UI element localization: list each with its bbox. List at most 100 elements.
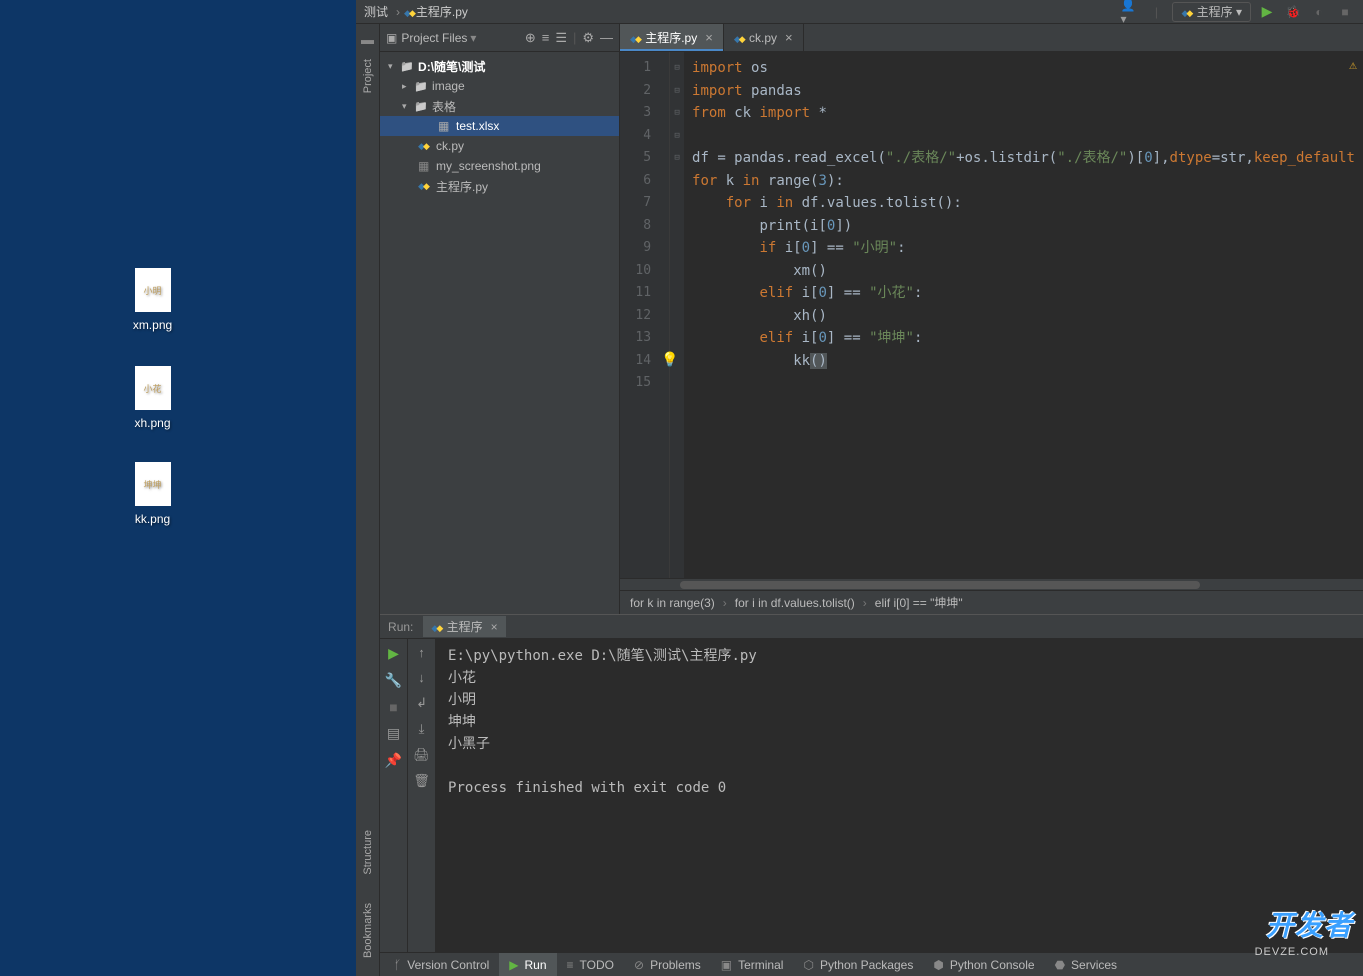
project-toolwindow-tab[interactable]: Project: [362, 51, 374, 101]
python-file-icon: [404, 5, 416, 19]
file-label: xm.png: [133, 318, 172, 332]
collapse-all-icon[interactable]: ☰: [555, 30, 567, 46]
code-content[interactable]: import os import pandas from ck import *…: [684, 52, 1363, 578]
desktop-file-kk[interactable]: 坤坤 kk.png: [115, 462, 190, 526]
tab-main-py[interactable]: 主程序.py ×: [620, 24, 724, 51]
breadcrumb-item[interactable]: for i in df.values.tolist(): [735, 596, 855, 610]
coverage-button[interactable]: ◐: [1309, 4, 1329, 20]
wrench-icon[interactable]: 🔧: [385, 672, 402, 689]
run-header: Run: 主程序 ×: [380, 615, 1363, 639]
terminal-icon: ▣: [721, 958, 732, 972]
run-tab[interactable]: ▶Run: [499, 953, 556, 976]
problems-icon: ⊘: [634, 958, 644, 972]
chevron-down-icon[interactable]: ▾: [470, 31, 476, 45]
stop-icon[interactable]: ■: [389, 699, 397, 715]
project-tool-window: ▣ Project Files ▾ ⊕ ≡ ☰ | ⚙ —: [380, 24, 620, 614]
python-file-icon: [418, 141, 434, 152]
folder-icon: [414, 100, 430, 113]
excel-file-icon: [438, 119, 454, 133]
close-icon[interactable]: ×: [491, 620, 498, 634]
project-tree[interactable]: ▾ D:\随笔\测试 ▸ image ▾ 表格: [380, 52, 619, 614]
file-test-xlsx[interactable]: test.xlsx: [380, 116, 619, 136]
watermark-logo: 开发者: [1266, 904, 1353, 944]
ide-window: 测试 › 主程序.py 👤▾ | 主程序 ▾ ▶ 🐞 ◐ ■ ▬ Project…: [356, 0, 1363, 976]
run-button[interactable]: ▶: [1257, 4, 1277, 20]
file-main-py[interactable]: 主程序.py: [380, 176, 619, 196]
editor-tabs: 主程序.py × ck.py ×: [620, 24, 1363, 52]
divider: |: [1146, 4, 1166, 20]
select-opened-file-icon[interactable]: ⊕: [525, 30, 536, 46]
user-icon[interactable]: 👤▾: [1120, 4, 1140, 20]
file-label: xh.png: [134, 416, 170, 430]
file-my-screenshot[interactable]: ▦ my_screenshot.png: [380, 156, 619, 176]
editor-area: 主程序.py × ck.py × 123456789101112131415 ⊟…: [620, 24, 1363, 614]
services-icon: ⬣: [1055, 958, 1065, 972]
code-editor[interactable]: 123456789101112131415 ⊟ ⊟ ⊟⊟ ⊟ 💡 ⚠ impor…: [620, 52, 1363, 578]
code-breadcrumbs: for k in range(3) › for i in df.values.t…: [620, 590, 1363, 614]
breadcrumb-file[interactable]: 主程序.py: [416, 3, 468, 20]
chevron-down-icon[interactable]: ▾: [402, 101, 414, 112]
chevron-down-icon[interactable]: ▾: [388, 61, 400, 72]
breadcrumb-separator: ›: [396, 5, 400, 19]
debug-button[interactable]: 🐞: [1283, 4, 1303, 20]
version-control-tab[interactable]: ᚶVersion Control: [384, 953, 499, 976]
layout-icon[interactable]: ▤: [387, 725, 400, 742]
terminal-tab[interactable]: ▣Terminal: [711, 953, 794, 976]
left-toolwindow-stripe: ▬ Project Structure Bookmarks: [356, 24, 380, 976]
run-tab[interactable]: 主程序 ×: [423, 616, 505, 637]
folder-icon: [414, 80, 430, 93]
python-file-icon: [734, 31, 746, 45]
python-console-tab[interactable]: ⬢Python Console: [923, 953, 1044, 976]
print-icon[interactable]: 🖨: [413, 747, 430, 763]
fold-gutter[interactable]: ⊟ ⊟ ⊟⊟ ⊟: [670, 52, 684, 578]
desktop-area: 小明 xm.png 小花 xh.png 坤坤 kk.png: [0, 0, 356, 976]
folder-image[interactable]: ▸ image: [380, 76, 619, 96]
stop-button[interactable]: ■: [1335, 4, 1355, 20]
clear-icon[interactable]: 🗑: [413, 773, 430, 789]
breadcrumb-project[interactable]: 测试: [364, 3, 388, 20]
thumbnail: 坤坤: [135, 462, 171, 506]
python-file-icon: [630, 31, 642, 45]
up-icon[interactable]: ↑: [418, 645, 425, 660]
rerun-icon[interactable]: ▶: [388, 645, 399, 662]
todo-tab[interactable]: ≡TODO: [557, 953, 624, 976]
branch-icon: ᚶ: [394, 958, 401, 972]
soft-wrap-icon[interactable]: ↲: [416, 695, 427, 711]
console-output[interactable]: E:\py\python.exe D:\随笔\测试\主程序.py 小花 小明 坤…: [436, 639, 1363, 952]
project-root[interactable]: ▾ D:\随笔\测试: [380, 56, 619, 76]
tab-ck-py[interactable]: ck.py ×: [724, 24, 804, 51]
scrollbar-thumb[interactable]: [680, 581, 1200, 589]
intention-bulb-icon[interactable]: 💡: [661, 352, 678, 368]
hide-icon[interactable]: —: [600, 30, 613, 46]
run-toolbar-left: ▶ 🔧 ■ ▤ 📌: [380, 639, 408, 952]
python-packages-tab[interactable]: ⬡Python Packages: [793, 953, 923, 976]
problems-tab[interactable]: ⊘Problems: [624, 953, 711, 976]
close-icon[interactable]: ×: [705, 30, 713, 45]
project-view-selector[interactable]: Project Files: [401, 31, 467, 45]
services-tab[interactable]: ⬣Services: [1045, 953, 1128, 976]
packages-icon: ⬡: [803, 958, 813, 972]
horizontal-scrollbar[interactable]: [620, 578, 1363, 590]
chevron-right-icon[interactable]: ▸: [402, 81, 414, 92]
desktop-file-xh[interactable]: 小花 xh.png: [115, 366, 190, 430]
breadcrumb-item[interactable]: for k in range(3): [630, 596, 715, 610]
inspection-warnings-icon[interactable]: ⚠: [1349, 58, 1357, 73]
breadcrumb-item[interactable]: elif i[0] == "坤坤": [875, 594, 963, 611]
bookmarks-toolwindow-tab[interactable]: Bookmarks: [362, 895, 374, 966]
structure-toolwindow-tab[interactable]: Structure: [362, 822, 374, 883]
file-label: kk.png: [135, 512, 170, 526]
folder-tables[interactable]: ▾ 表格: [380, 96, 619, 116]
thumbnail: 小花: [135, 366, 171, 410]
navigation-bar: 测试 › 主程序.py 👤▾ | 主程序 ▾ ▶ 🐞 ◐ ■: [356, 0, 1363, 24]
expand-all-icon[interactable]: ≡: [542, 30, 550, 46]
file-ck-py[interactable]: ck.py: [380, 136, 619, 156]
python-icon: [431, 620, 443, 634]
down-icon[interactable]: ↓: [418, 670, 425, 685]
settings-icon[interactable]: ⚙: [582, 30, 594, 46]
close-icon[interactable]: ×: [785, 30, 793, 45]
desktop-file-xm[interactable]: 小明 xm.png: [115, 268, 190, 332]
scroll-to-end-icon[interactable]: ⤓: [419, 721, 425, 737]
python-file-icon: [418, 181, 434, 192]
pin-icon[interactable]: 📌: [385, 752, 402, 769]
run-configuration-selector[interactable]: 主程序 ▾: [1172, 2, 1251, 22]
